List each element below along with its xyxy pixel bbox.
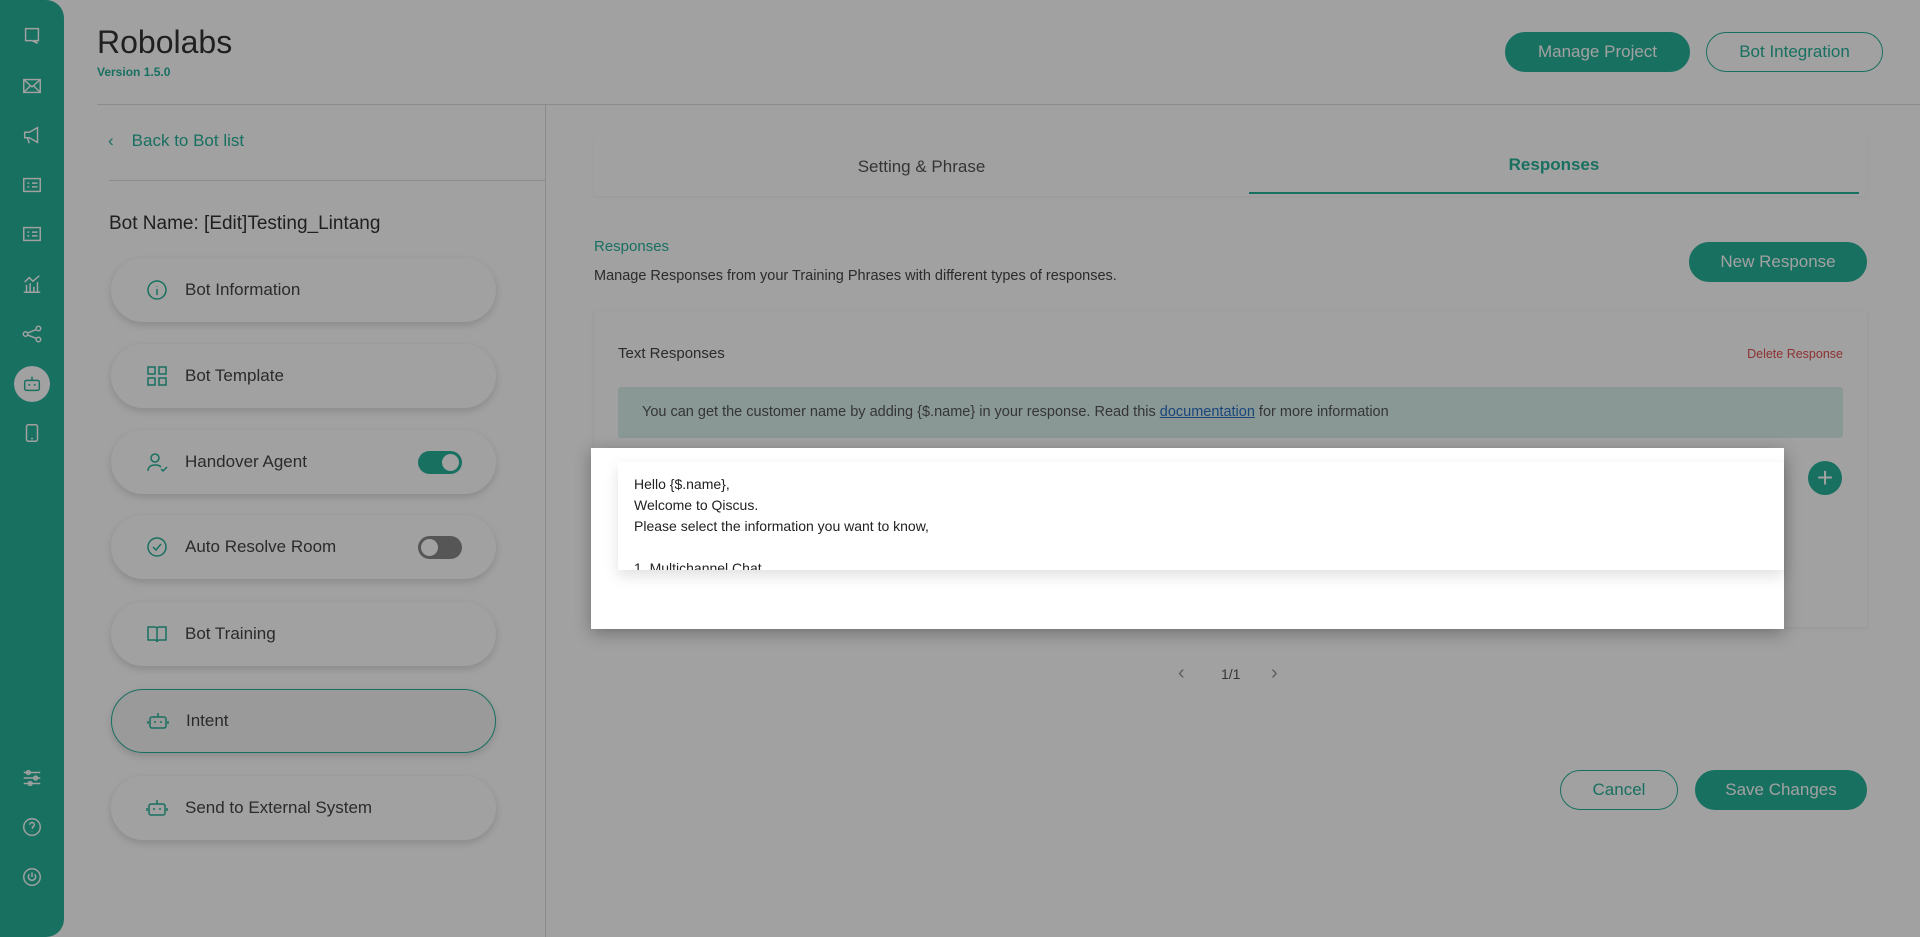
- response-text-area[interactable]: Hello {$.name}, Welcome to Qiscus. Pleas…: [618, 462, 1784, 570]
- expanded-response-modal: Hello {$.name}, Welcome to Qiscus. Pleas…: [591, 448, 1784, 629]
